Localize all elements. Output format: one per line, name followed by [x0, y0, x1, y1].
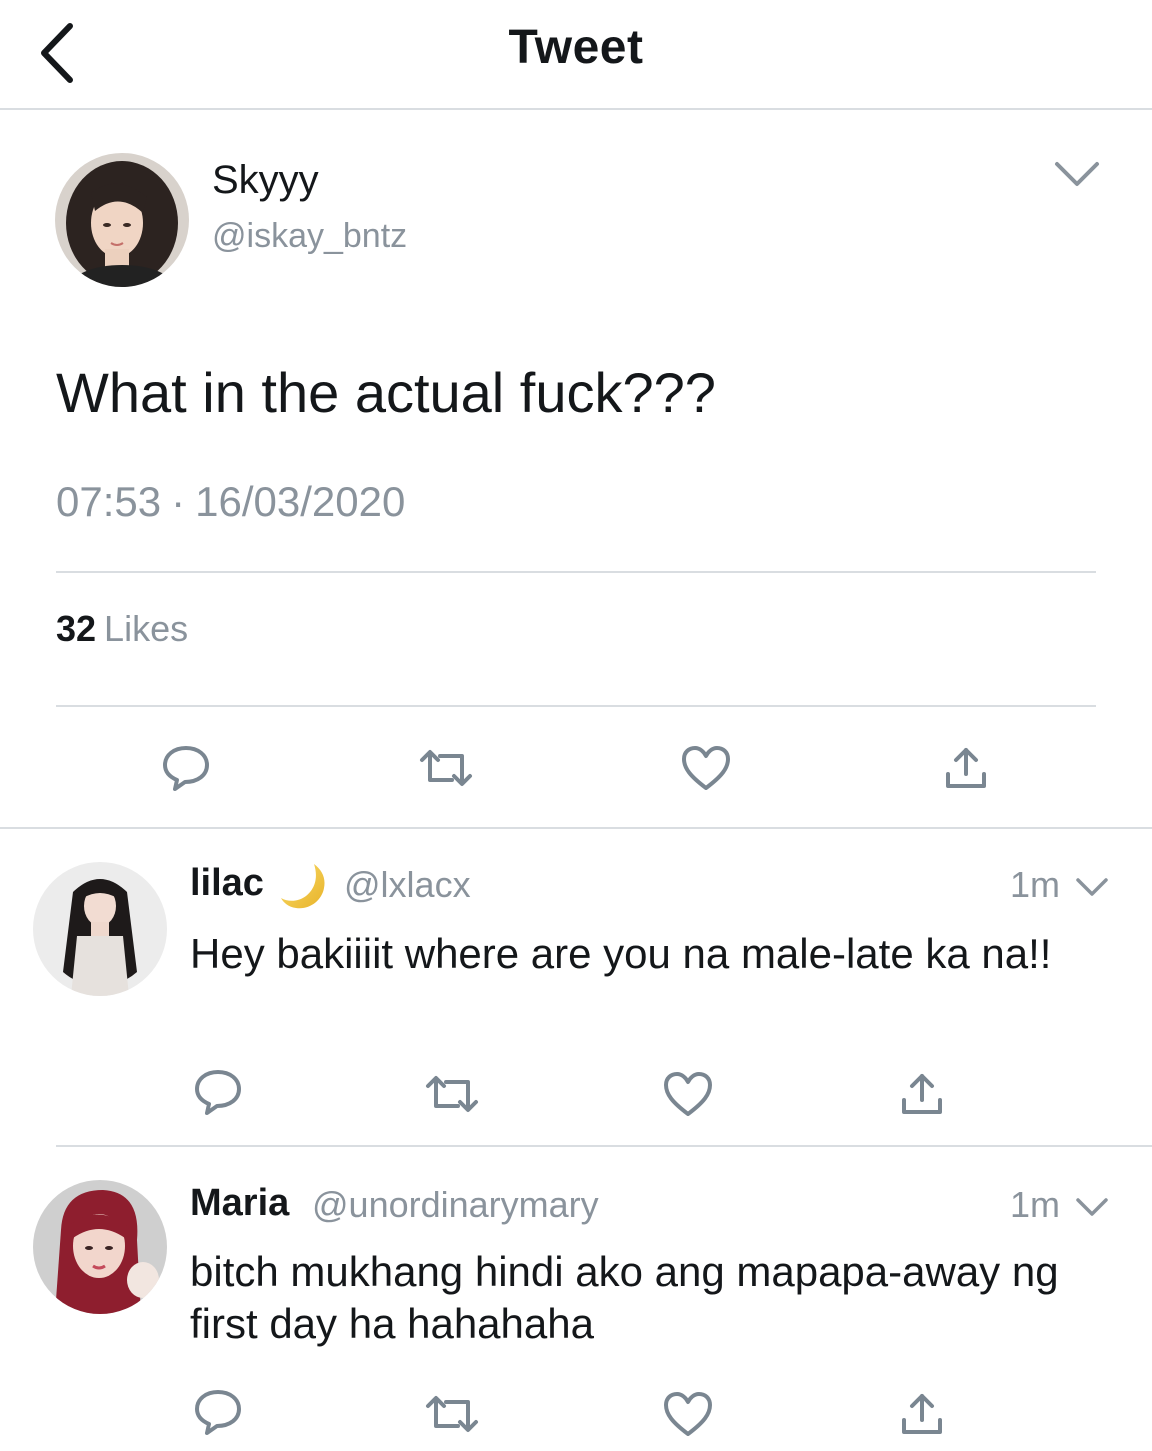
divider: [56, 571, 1096, 573]
share-icon: [902, 1074, 942, 1114]
share-icon: [946, 748, 986, 788]
reply-icon: [195, 1070, 241, 1115]
retweet-button[interactable]: [418, 740, 474, 796]
reply-button[interactable]: [158, 740, 214, 796]
page-title: Tweet: [508, 21, 644, 74]
reply-text: Hey bakiiiit where are you na male-late …: [190, 930, 1052, 977]
reply-author-handle[interactable]: @unordinarymary: [312, 1184, 599, 1226]
top-bar: Tweet: [0, 0, 1152, 110]
divider: [56, 705, 1096, 707]
likes-stat[interactable]: 32 Likes: [56, 608, 188, 650]
share-button[interactable]: [938, 740, 994, 796]
reply-author-name[interactable]: Maria: [190, 1182, 289, 1225]
avatar-image: [55, 153, 189, 287]
tweet-time: 07:53: [56, 478, 162, 525]
likes-count: 32: [56, 608, 97, 649]
avatar[interactable]: [33, 862, 167, 996]
crescent-moon-icon: [278, 860, 332, 914]
avatar[interactable]: [55, 153, 189, 287]
reply-time: 1m: [1010, 1184, 1061, 1225]
author-name[interactable]: Skyyy: [212, 158, 319, 203]
reply-icon: [163, 746, 209, 791]
reply-button[interactable]: [190, 1064, 246, 1120]
tweet-text: What in the actual fuck???: [56, 361, 716, 424]
heart-icon: [664, 1072, 712, 1116]
heart-icon: [664, 1392, 712, 1436]
reply-button[interactable]: [190, 1384, 246, 1440]
likes-label: Likes: [104, 608, 189, 649]
author-handle[interactable]: @iskay_bntz: [212, 217, 407, 256]
avatar-image: [33, 862, 167, 996]
like-button[interactable]: [678, 740, 734, 796]
heart-icon: [682, 746, 730, 790]
chevron-down-icon: [1076, 878, 1108, 896]
meta-separator: ·: [171, 478, 186, 525]
retweet-button[interactable]: [424, 1386, 480, 1442]
like-button[interactable]: [660, 1386, 716, 1442]
retweet-icon: [420, 750, 472, 786]
divider: [0, 827, 1152, 829]
tweet-date: 16/03/2020: [195, 478, 406, 525]
divider: [56, 1145, 1152, 1147]
chevron-down-icon: [1076, 1198, 1108, 1216]
more-options-button[interactable]: [1074, 1196, 1110, 1220]
more-options-button[interactable]: [1074, 876, 1110, 900]
share-icon: [902, 1394, 942, 1434]
reply-text: bitch mukhang hindi ako ang mapapa-away …: [190, 1248, 1059, 1347]
reply-author-name[interactable]: lilac: [190, 862, 264, 905]
avatar-image: [33, 1180, 167, 1314]
share-button[interactable]: [894, 1066, 950, 1122]
retweet-button[interactable]: [424, 1066, 480, 1122]
reply-author-handle[interactable]: @lxlacx: [344, 864, 471, 906]
more-options-button[interactable]: [1052, 158, 1102, 192]
chevron-down-icon: [1055, 162, 1099, 186]
reply-time: 1m: [1010, 864, 1061, 905]
avatar[interactable]: [33, 1180, 167, 1314]
reply-icon: [195, 1390, 241, 1435]
share-button[interactable]: [894, 1386, 950, 1442]
retweet-icon: [426, 1076, 478, 1112]
retweet-icon: [426, 1396, 478, 1432]
tweet-timestamp: 07:53 · 16/03/2020: [56, 478, 405, 526]
like-button[interactable]: [660, 1066, 716, 1122]
